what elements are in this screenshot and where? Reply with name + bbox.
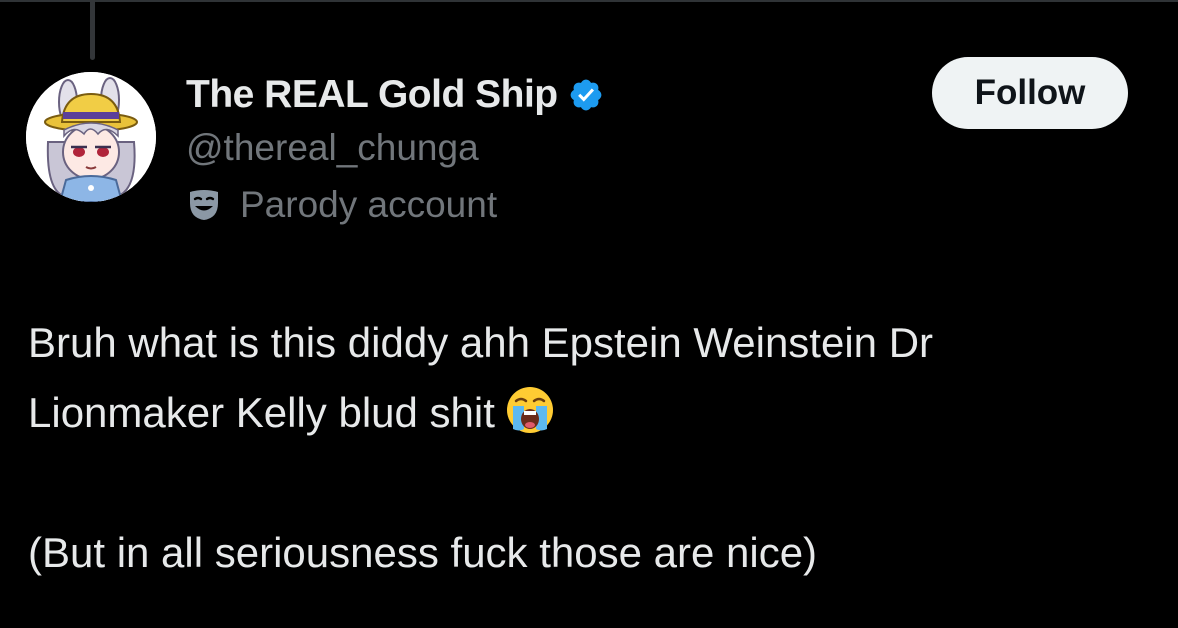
loudly-crying-face-emoji-icon — [505, 385, 555, 435]
parody-label: Parody account — [186, 174, 886, 236]
tweet-text-line-with-emoji: Lionmaker Kelly blud shit — [28, 378, 1158, 448]
follow-button[interactable]: Follow — [932, 57, 1128, 129]
anime-character-avatar-icon — [26, 72, 156, 202]
tweet-text-line: Bruh what is this diddy ahh Epstein Wein… — [28, 319, 934, 366]
tweet-text-line: (But in all seriousness fuck those are n… — [28, 529, 818, 576]
thread-connector-line — [90, 0, 95, 60]
top-divider — [0, 0, 1178, 2]
verified-badge-icon[interactable] — [568, 77, 604, 113]
paragraph-break — [28, 448, 1158, 518]
tweet-text-line: Lionmaker Kelly blud shit — [28, 389, 495, 436]
name-row: The REAL Gold Ship — [186, 68, 886, 122]
theater-mask-icon — [186, 187, 222, 223]
tweet-header: The REAL Gold Ship @thereal_chunga Parod… — [186, 68, 886, 236]
display-name[interactable]: The REAL Gold Ship — [186, 73, 558, 117]
parody-account-text: Parody account — [240, 184, 498, 225]
user-handle[interactable]: @thereal_chunga — [186, 122, 886, 174]
avatar[interactable] — [26, 72, 156, 202]
tweet-text: Bruh what is this diddy ahh Epstein Wein… — [28, 308, 1158, 588]
